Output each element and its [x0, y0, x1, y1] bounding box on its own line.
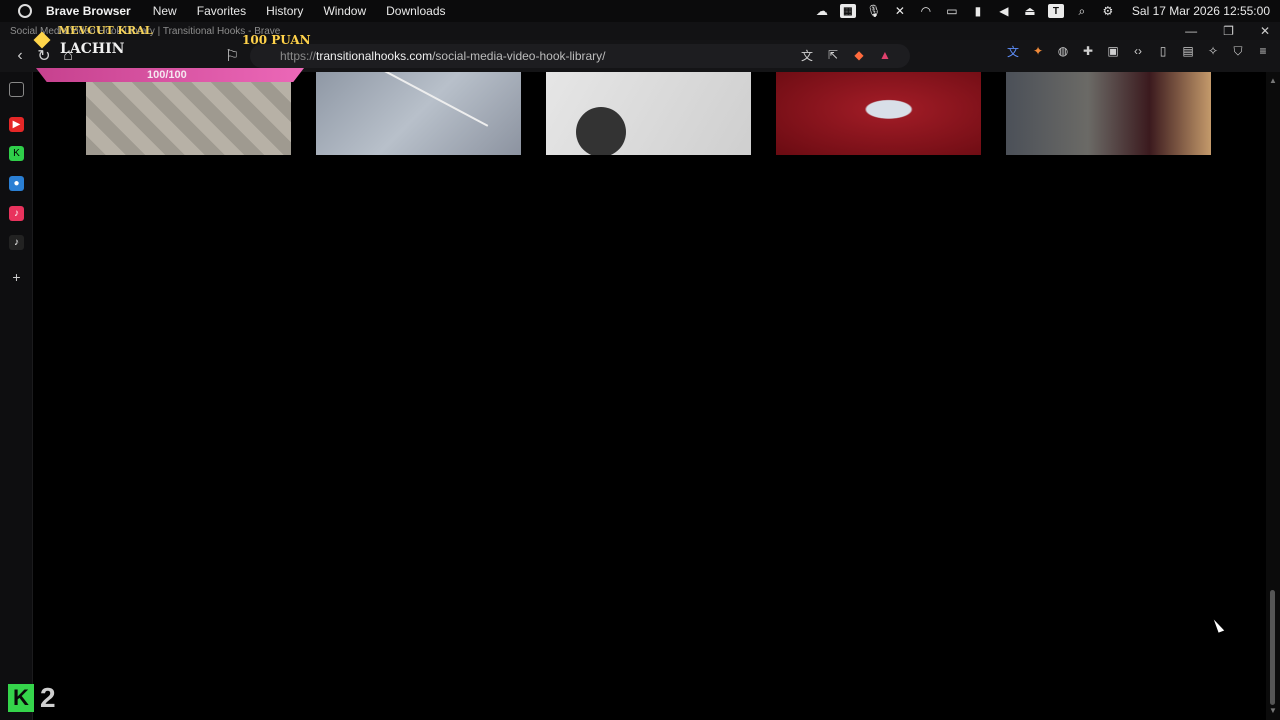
menu-favorites[interactable]: Favorites	[197, 4, 246, 18]
extension-icon[interactable]: ✦	[1031, 44, 1045, 58]
menu-history[interactable]: History	[266, 4, 303, 18]
video-thumbnail[interactable]	[776, 72, 981, 155]
video-thumbnail[interactable]	[1006, 72, 1211, 155]
kick-logo-icon: K	[8, 684, 34, 712]
globe-icon[interactable]: ◍	[1056, 44, 1070, 58]
video-thumbnail[interactable]	[316, 72, 521, 155]
gem-icon	[33, 31, 51, 49]
status-area: ☁ ▦ 🎙 ✕ ◠ ▭ ▮ ◀ ⏏ T ⌕ ⚙ Sal 17 Mar 2026 …	[814, 4, 1270, 18]
sidebar: ▶ K ● ♪ ♪ +	[0, 72, 33, 720]
kick-icon[interactable]: K	[9, 146, 24, 161]
tiktok-icon[interactable]: ♪	[9, 235, 24, 250]
menu-downloads[interactable]: Downloads	[386, 4, 445, 18]
volume-icon[interactable]: ◀	[996, 4, 1012, 18]
menu-bar: Brave Browser New Favorites History Wind…	[0, 0, 1280, 22]
leo-ai-icon[interactable]: ✧	[1206, 44, 1220, 58]
restore-icon[interactable]: ❐	[1223, 24, 1234, 38]
back-icon[interactable]: ‹	[8, 44, 32, 68]
translate-icon[interactable]: 文	[800, 48, 814, 63]
close-icon[interactable]: ✕	[1260, 24, 1270, 38]
sidebar-panel-icon[interactable]	[9, 82, 24, 97]
scroll-up-icon[interactable]: ▲	[1269, 76, 1277, 85]
music-app-icon[interactable]: ♪	[9, 206, 24, 221]
microphone-icon[interactable]: 🎙	[866, 4, 882, 18]
url-path: /social-media-video-hook-library/	[432, 49, 606, 63]
wifi-icon[interactable]: ◠	[918, 4, 934, 18]
brave-shields-icon[interactable]: ◆	[852, 48, 866, 62]
calendar-icon[interactable]: ▦	[839, 4, 856, 18]
window-controls: — ❐ ✕	[1185, 22, 1270, 40]
badge-count: 2	[40, 682, 56, 713]
cloud-icon[interactable]: ☁	[814, 4, 830, 18]
battery-icon[interactable]: ▮	[970, 4, 986, 18]
screenshot-icon[interactable]: ▣	[1106, 44, 1120, 58]
overlay-name: LACHIN	[60, 41, 125, 57]
bluetooth-off-icon[interactable]: ✕	[892, 4, 908, 18]
brave-rewards-icon[interactable]: ▲	[878, 48, 892, 62]
scrollbar-thumb[interactable]	[1270, 590, 1275, 705]
sidebar-toggle-icon[interactable]: ▯	[1156, 44, 1170, 58]
vpn-icon[interactable]: ⛉	[1231, 44, 1245, 58]
scroll-down-icon[interactable]: ▼	[1269, 706, 1277, 715]
puzzle-icon[interactable]: ✚	[1081, 44, 1095, 58]
menu-new[interactable]: New	[153, 4, 177, 18]
overlay-title: MEVCUT KRAL	[58, 24, 153, 37]
code-icon[interactable]: ‹›	[1131, 44, 1145, 58]
menu-window[interactable]: Window	[323, 4, 366, 18]
overlay-points: 100 PUAN	[242, 33, 311, 47]
address-bar-icons: 文 ⇱ ◆ ▲	[800, 48, 892, 63]
eject-icon[interactable]: ⏏	[1022, 4, 1038, 18]
add-panel-icon[interactable]: +	[9, 269, 24, 285]
translate-extension-icon[interactable]: 文	[1006, 44, 1020, 59]
url-host: transitionalhooks.com	[316, 49, 433, 63]
share-icon[interactable]: ⇱	[826, 48, 840, 62]
text-input-icon[interactable]: T	[1047, 4, 1064, 18]
search-icon[interactable]: ⌕	[1074, 4, 1090, 18]
page-content	[34, 72, 1264, 720]
menu-app-name[interactable]: Brave Browser	[46, 4, 131, 18]
kick-badge: K 2	[8, 682, 56, 714]
stream-overlay: MEVCUT KRAL LACHIN 100 PUAN 100/100	[30, 24, 320, 86]
app-icon[interactable]: ●	[9, 176, 24, 191]
overlay-score: 100/100	[147, 69, 187, 81]
toolbar-extensions: 文 ✦ ◍ ✚ ▣ ‹› ▯ ▤ ✧ ⛉ ≡	[1006, 44, 1270, 59]
youtube-icon[interactable]: ▶	[9, 117, 24, 132]
video-thumbnail[interactable]	[546, 72, 751, 155]
wallet-icon[interactable]: ▤	[1181, 44, 1195, 58]
minimize-icon[interactable]: —	[1185, 24, 1197, 38]
system-logo-icon[interactable]	[18, 4, 32, 18]
menu-icon[interactable]: ≡	[1256, 44, 1270, 58]
address-bar[interactable]: https://transitionalhooks.com/social-med…	[250, 44, 910, 68]
page-scrollbar[interactable]: ▲ ▼	[1266, 72, 1280, 720]
display-icon[interactable]: ▭	[944, 4, 960, 18]
control-center-icon[interactable]: ⚙	[1100, 4, 1116, 18]
clock[interactable]: Sal 17 Mar 2026 12:55:00	[1132, 4, 1270, 18]
